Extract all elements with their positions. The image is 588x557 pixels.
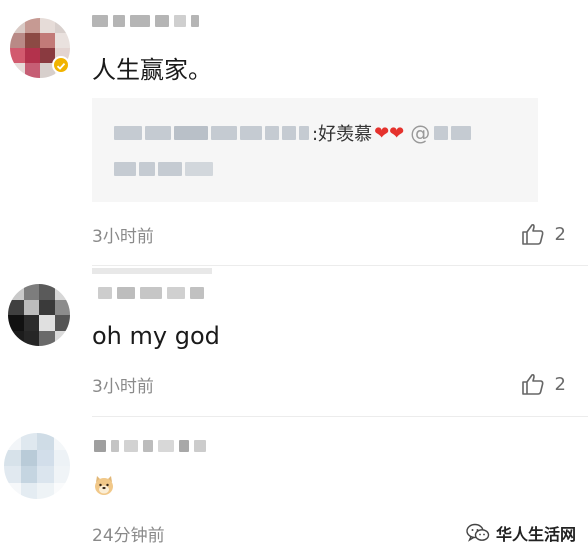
verified-badge-icon [52, 56, 70, 74]
wechat-icon [466, 523, 490, 542]
avatar[interactable] [8, 284, 70, 346]
comment-1: 人生赢家。 :好羡慕 ❤ ❤ @ 3小时前 2 [0, 0, 588, 265]
username-blurred[interactable] [98, 286, 204, 300]
quoted-reply[interactable]: :好羡慕 ❤ ❤ @ [92, 98, 538, 202]
comment-text: 人生赢家。 [92, 56, 212, 84]
quote-text: :好羡慕 [312, 124, 373, 145]
blurred-name [114, 126, 142, 140]
like-count: 2 [554, 223, 566, 245]
heart-icon: ❤ [389, 122, 405, 144]
watermark: 华人生活网 [466, 521, 576, 545]
username-blurred[interactable] [94, 439, 206, 453]
reply-header-blurred [92, 268, 212, 274]
avatar[interactable] [4, 433, 70, 499]
comment-time: 3小时前 [92, 377, 154, 397]
heart-icon: ❤ [374, 122, 390, 144]
watermark-text: 华人生活网 [495, 525, 576, 544]
comment-2: oh my god 3小时前 2 [0, 266, 588, 416]
like-count: 2 [554, 373, 566, 395]
thumbs-up-icon [521, 223, 544, 245]
doge-emoji [92, 473, 116, 497]
comment-time: 3小时前 [92, 227, 154, 247]
comment-time: 24分钟前 [92, 526, 165, 546]
thumbs-up-icon [521, 373, 544, 395]
like-button[interactable]: 2 [521, 372, 566, 396]
at-icon: @ [410, 121, 431, 145]
username-blurred[interactable] [92, 14, 199, 28]
like-button[interactable]: 2 [521, 222, 566, 246]
comment-text: oh my god [92, 322, 220, 350]
